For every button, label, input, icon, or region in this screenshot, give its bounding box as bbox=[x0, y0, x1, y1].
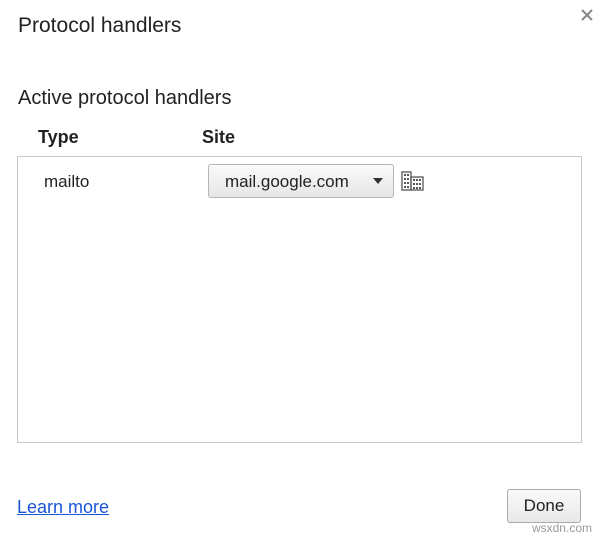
section-heading: Active protocol handlers bbox=[18, 87, 232, 109]
done-button[interactable]: Done bbox=[507, 489, 581, 523]
handler-type: mailto bbox=[44, 172, 90, 191]
close-icon[interactable] bbox=[578, 6, 596, 24]
column-header-site: Site bbox=[202, 127, 236, 147]
dialog-title: Protocol handlers bbox=[18, 14, 182, 37]
chevron-down-icon bbox=[373, 178, 383, 184]
handlers-list: mailto mail.google.com bbox=[17, 156, 582, 443]
protocol-handlers-dialog: Protocol handlers Active protocol handle… bbox=[0, 0, 600, 539]
watermark: wsxdn.com bbox=[531, 521, 592, 535]
learn-more-link[interactable]: Learn more bbox=[17, 497, 109, 518]
site-select[interactable]: mail.google.com bbox=[208, 164, 394, 198]
site-select-value: mail.google.com bbox=[225, 172, 349, 191]
building-icon[interactable] bbox=[401, 171, 425, 191]
column-header-type: Type bbox=[38, 127, 79, 147]
